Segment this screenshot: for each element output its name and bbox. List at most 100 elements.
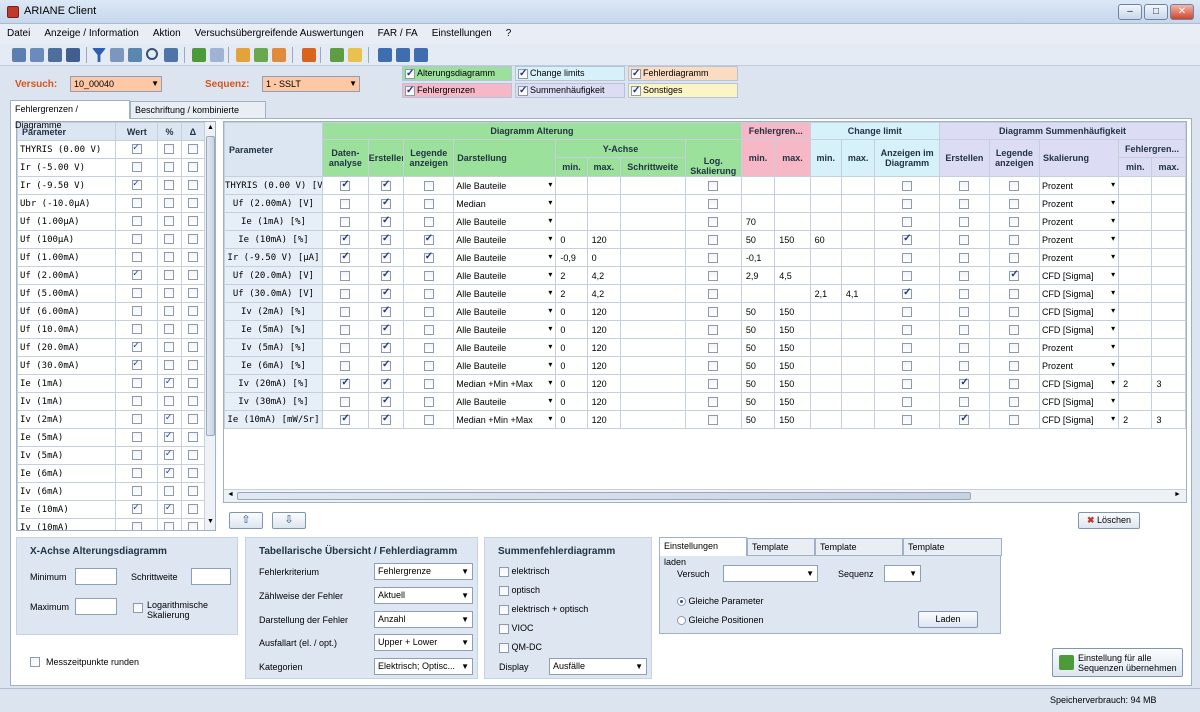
wert-cell[interactable]: [115, 464, 159, 483]
delta-cell[interactable]: [180, 194, 206, 213]
legende-cell[interactable]: [403, 356, 455, 375]
s-legende-checkbox[interactable]: [1009, 216, 1020, 227]
parameter-cell[interactable]: Ie (10mA) [%]: [224, 230, 323, 249]
s-erstellen-checkbox[interactable]: [959, 252, 970, 263]
c-min-cell[interactable]: [809, 410, 842, 429]
legende-cell[interactable]: [403, 302, 455, 321]
s-erstellen-cell[interactable]: [938, 284, 990, 303]
parameter-cell[interactable]: Uf (6.00mA): [17, 302, 117, 321]
y-min-cell[interactable]: 0: [555, 320, 588, 339]
f2-min-cell[interactable]: [1118, 176, 1153, 195]
anzeigen-checkbox[interactable]: [902, 270, 913, 281]
s-legende-cell[interactable]: [988, 320, 1040, 339]
f-min-cell[interactable]: 50: [740, 302, 776, 321]
s-erstellen-cell[interactable]: [938, 194, 990, 213]
parameter-cell[interactable]: Iv (1mA): [17, 392, 117, 411]
percent-cell[interactable]: [157, 428, 182, 447]
log-skalierung-cell[interactable]: [684, 248, 742, 267]
f2-min-cell[interactable]: [1118, 230, 1153, 249]
window-add-icon[interactable]: [414, 48, 428, 62]
legende-checkbox[interactable]: [423, 306, 434, 317]
tab-template-speichern[interactable]: Template speichern: [815, 538, 903, 568]
s-erstellen-checkbox[interactable]: [959, 288, 970, 299]
table-row[interactable]: Ir (-9.50 V) [µA] Alle Bauteile-0,90 -0,1 P…: [224, 248, 1186, 267]
skalierung-select[interactable]: Prozent: [1038, 194, 1120, 213]
gleiche-parameter-radio[interactable]: [677, 597, 686, 607]
filter-icon[interactable]: [92, 48, 106, 62]
s-erstellen-cell[interactable]: [938, 230, 990, 249]
legende-cell[interactable]: [403, 266, 455, 285]
table-row[interactable]: Uf (10.0mA): [17, 320, 206, 339]
legende-checkbox[interactable]: [423, 414, 434, 425]
c-min-cell[interactable]: [809, 320, 842, 339]
move-down-button[interactable]: ⇩: [272, 512, 306, 529]
laden-button[interactable]: Laden: [918, 611, 978, 628]
skalierung-select[interactable]: Prozent: [1038, 248, 1120, 267]
display-select[interactable]: Ausfälle ▼: [549, 658, 647, 675]
percent-cell[interactable]: [157, 212, 182, 231]
parameter-cell[interactable]: Uf (30.0mA) [V]: [224, 284, 323, 303]
delta-checkbox[interactable]: [187, 162, 198, 173]
erstellen-cell[interactable]: [367, 230, 405, 249]
percent-checkbox[interactable]: [164, 502, 175, 515]
s-legende-checkbox[interactable]: [1009, 360, 1020, 371]
schrittweite-cell[interactable]: [619, 302, 686, 321]
percent-checkbox[interactable]: [164, 376, 175, 389]
f-max-cell[interactable]: 150: [774, 410, 811, 429]
y-max-cell[interactable]: 0: [586, 248, 621, 267]
erstellen-checkbox[interactable]: [381, 359, 391, 371]
table-row[interactable]: Uf (30.0mA) [V] Alle Bauteile24,2 2,14,1 CF…: [224, 284, 1186, 303]
delta-cell[interactable]: [180, 374, 206, 393]
percent-cell[interactable]: [157, 464, 182, 483]
skalierung-select[interactable]: CFD [Sigma]: [1038, 266, 1120, 285]
schrittweite-cell[interactable]: [619, 194, 686, 213]
wert-cell[interactable]: [115, 212, 159, 231]
delta-checkbox[interactable]: [187, 360, 198, 371]
log-skalierung-checkbox[interactable]: [708, 234, 719, 245]
parameter-cell[interactable]: Uf (20.0mA) [V]: [224, 266, 323, 285]
c-max-cell[interactable]: [840, 356, 876, 375]
chart-table-icon[interactable]: [48, 48, 62, 62]
delta-checkbox[interactable]: [187, 144, 198, 155]
s-erstellen-checkbox[interactable]: [959, 396, 970, 407]
percent-cell[interactable]: [157, 374, 182, 393]
f2-min-cell[interactable]: [1118, 194, 1153, 213]
erstellen-checkbox[interactable]: [381, 395, 391, 407]
percent-cell[interactable]: [157, 194, 182, 213]
wert-checkbox[interactable]: [131, 358, 142, 371]
f-max-cell[interactable]: 4,5: [774, 266, 811, 285]
table-row[interactable]: Iv (30mA) [%] Alle Bauteile0120 50150 CFD […: [224, 392, 1186, 411]
s-erstellen-checkbox[interactable]: [959, 360, 970, 371]
f2-max-cell[interactable]: [1151, 248, 1186, 267]
fehlerkriterium-select[interactable]: Fehlergrenze ▼: [374, 563, 473, 580]
erstellen-checkbox[interactable]: [381, 233, 391, 245]
legende-checkbox[interactable]: [423, 342, 434, 353]
darstellung-select[interactable]: Alle Bauteile: [453, 248, 557, 267]
log-skalierung-cell[interactable]: [684, 410, 742, 429]
percent-checkbox[interactable]: [164, 180, 175, 191]
table-row[interactable]: Ubr (-10.0µA): [17, 194, 206, 213]
s-erstellen-cell[interactable]: [938, 248, 990, 267]
percent-cell[interactable]: [157, 284, 182, 303]
wert-cell[interactable]: [115, 482, 159, 501]
table-row[interactable]: Uf (100µA): [17, 230, 206, 249]
wert-checkbox[interactable]: [131, 486, 142, 497]
skalierung-select[interactable]: Prozent: [1038, 212, 1120, 231]
legende-cell[interactable]: [403, 194, 455, 213]
f2-max-cell[interactable]: [1151, 320, 1186, 339]
scroll-down-icon[interactable]: ▼: [207, 518, 214, 525]
parameter-cell[interactable]: Iv (30mA) [%]: [224, 392, 323, 411]
schrittweite-cell[interactable]: [619, 266, 686, 285]
y-min-cell[interactable]: 0: [555, 410, 588, 429]
table-row[interactable]: Ie (10mA) [%] Alle Bauteile0120 5015060 Pro…: [224, 230, 1186, 249]
datenanalyse-cell[interactable]: [321, 356, 369, 375]
wert-cell[interactable]: [115, 446, 159, 465]
log-skalierung-cell[interactable]: [684, 356, 742, 375]
log-skalierung-checkbox[interactable]: [708, 180, 719, 191]
legend-alterungsdiagramm[interactable]: Alterungsdiagramm: [402, 66, 512, 81]
skalierung-select[interactable]: CFD [Sigma]: [1038, 374, 1120, 393]
anzeigen-cell[interactable]: [874, 320, 940, 339]
parameter-cell[interactable]: THYRIS (0.00 V): [17, 140, 117, 159]
wert-checkbox[interactable]: [131, 340, 142, 353]
anzeigen-cell[interactable]: [874, 266, 940, 285]
